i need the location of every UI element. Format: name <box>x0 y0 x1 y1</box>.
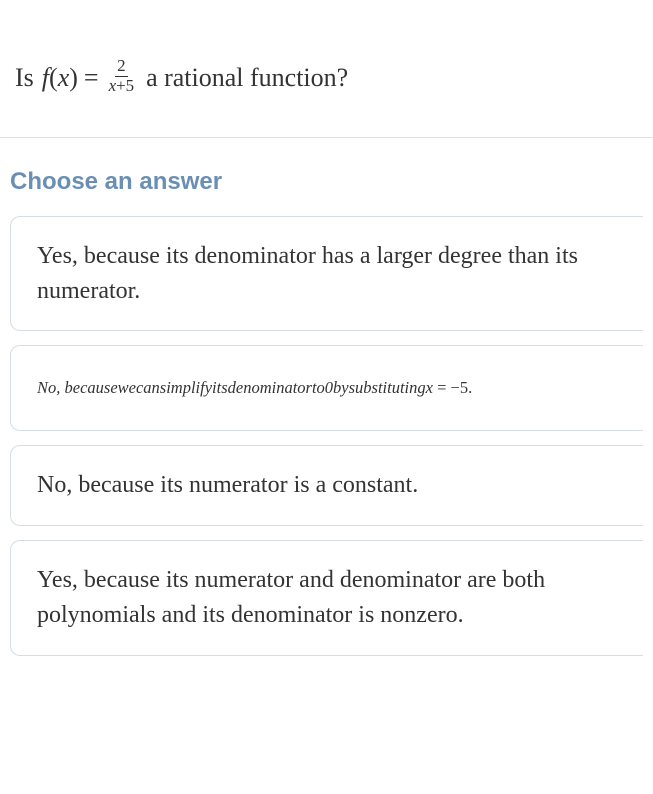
question-text: Is f ( x ) = 2 x+5 a rational function? <box>15 60 638 97</box>
answer-b-eq: = <box>433 378 451 397</box>
function-expression: f ( x ) = 2 x+5 <box>42 60 138 97</box>
question-suffix: a rational function? <box>146 63 348 93</box>
equals-sign: = <box>78 63 105 93</box>
choose-label: Choose an answer <box>10 168 643 196</box>
answer-option-c[interactable]: No, because its numerator is a constant. <box>10 445 643 526</box>
denominator-const: 5 <box>126 76 134 95</box>
symbol-f: f <box>42 63 49 93</box>
fraction-denominator: x+5 <box>107 77 136 95</box>
close-paren: ) <box>69 63 78 93</box>
answer-option-a[interactable]: Yes, because its denominator has a large… <box>10 216 643 332</box>
answer-text: Yes, because its denominator has a large… <box>37 243 578 304</box>
question-area: Is f ( x ) = 2 x+5 a rational function? <box>0 0 653 138</box>
denominator-plus: + <box>116 76 126 95</box>
denominator-x: x <box>109 76 117 95</box>
open-paren: ( <box>49 63 58 93</box>
answer-option-d[interactable]: Yes, because its numerator and denominat… <box>10 540 643 656</box>
fraction: 2 x+5 <box>107 58 136 95</box>
answers-list: Yes, because its denominator has a large… <box>0 216 653 656</box>
symbol-x: x <box>58 63 70 93</box>
answer-b-val: −5. <box>451 378 473 397</box>
answer-text: No, because its numerator is a constant. <box>37 472 418 498</box>
choose-header: Choose an answer <box>0 138 653 216</box>
question-prefix: Is <box>15 63 34 93</box>
answer-text: No, becausewecansimplifyitsdenominatorto… <box>37 378 433 397</box>
answer-option-b[interactable]: No, becausewecansimplifyitsdenominatorto… <box>10 345 643 431</box>
answer-text: Yes, because its numerator and denominat… <box>37 567 545 628</box>
fraction-numerator: 2 <box>115 58 127 77</box>
